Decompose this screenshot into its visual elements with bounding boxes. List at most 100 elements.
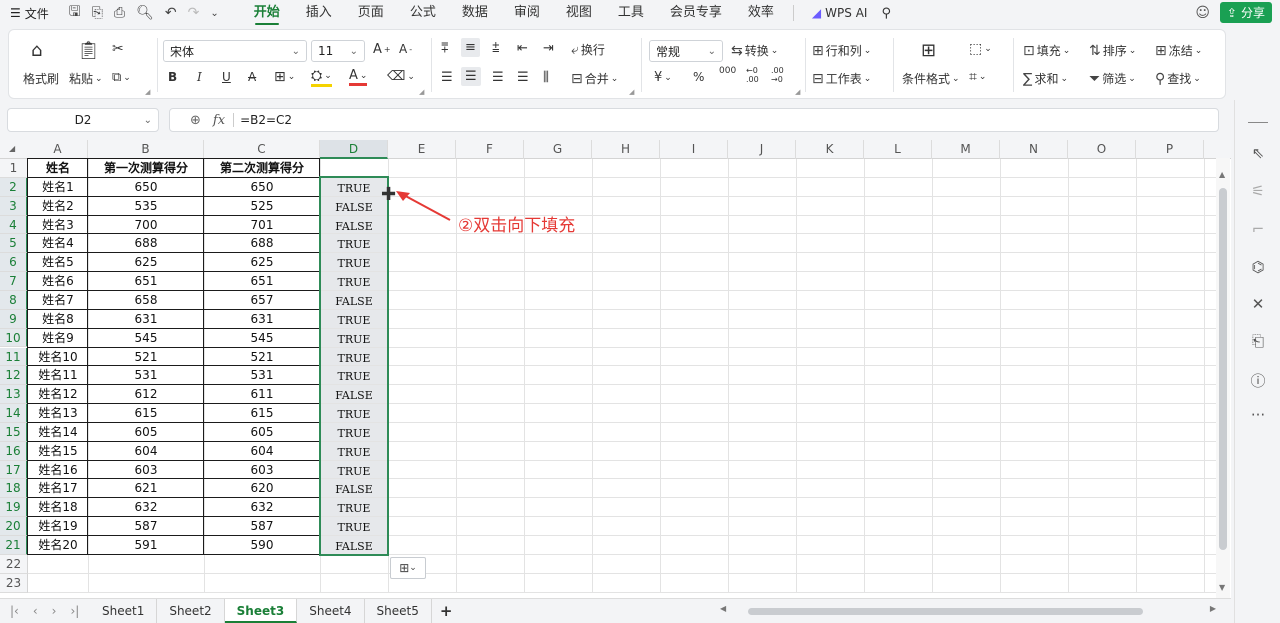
data-cell[interactable]: 531 [204, 366, 320, 385]
decrease-decimal-button[interactable]: .00 →0 [771, 66, 787, 84]
data-cell[interactable]: 姓名15 [28, 442, 88, 461]
tab-member[interactable]: 会员专享 [657, 0, 735, 26]
result-cell[interactable]: FALSE [320, 199, 388, 218]
auto-fill-options-button[interactable]: ⊞ ⌄ [390, 556, 426, 579]
result-cell[interactable]: TRUE [320, 500, 388, 519]
row-header-7[interactable]: 7 [0, 272, 28, 291]
copy-icon[interactable]: ⧉ ⌄ [112, 70, 131, 85]
data-cell[interactable]: 姓名13 [28, 404, 88, 423]
sum-button[interactable]: ∑ 求和 ⌄ [1023, 70, 1068, 87]
data-cell[interactable]: 603 [204, 461, 320, 480]
align-top-icon[interactable]: ⩱ [441, 41, 449, 56]
header-cell[interactable]: 姓名 [28, 159, 88, 178]
row-header-10[interactable]: 10 [0, 328, 28, 348]
format-painter-icon[interactable]: ⌂ [31, 40, 42, 61]
library-icon[interactable]: ⎗ [1248, 332, 1268, 350]
cell-size-icon[interactable]: ⌗ ⌄ [969, 69, 986, 85]
result-cell[interactable]: TRUE [320, 312, 388, 331]
column-header-o[interactable]: O [1068, 140, 1136, 159]
worksheet-button[interactable]: ⊟ 工作表 ⌄ [812, 70, 871, 87]
column-header-g[interactable]: G [524, 140, 592, 159]
more-icon[interactable]: ··· [1248, 406, 1268, 424]
dialog-launcher-icon[interactable]: ◢ [419, 88, 424, 96]
data-cell[interactable]: 615 [88, 404, 204, 423]
convert-button[interactable]: ⇆ 转换 ⌄ [731, 42, 778, 59]
data-cell[interactable]: 611 [204, 385, 320, 404]
row-header-23[interactable]: 23 [0, 573, 28, 593]
select-pointer-icon[interactable]: ⇖ [1248, 144, 1268, 162]
data-cell[interactable]: 603 [88, 461, 204, 480]
tab-efficiency[interactable]: 效率 [735, 0, 787, 26]
result-cell[interactable]: TRUE [320, 274, 388, 293]
align-middle-icon[interactable]: ≡ [461, 38, 480, 57]
data-cell[interactable]: 615 [204, 404, 320, 423]
data-cell[interactable]: 姓名7 [28, 291, 88, 310]
row-header-20[interactable]: 20 [0, 517, 28, 536]
data-cell[interactable]: 650 [204, 178, 320, 197]
column-header-p[interactable]: P [1136, 140, 1204, 159]
data-cell[interactable]: 姓名17 [28, 479, 88, 498]
zoom-icon[interactable]: ⊕ [190, 113, 201, 128]
formula-input[interactable]: =B2=C2 [240, 113, 292, 127]
result-cell[interactable]: FALSE [320, 293, 388, 312]
data-cell[interactable]: 姓名14 [28, 423, 88, 442]
help-icon[interactable]: ⓘ [1248, 370, 1268, 391]
increase-font-icon[interactable]: A + [373, 42, 391, 57]
horizontal-scrollbar[interactable]: ◀ ▶ [718, 604, 1218, 618]
row-header-19[interactable]: 19 [0, 498, 28, 518]
data-cell[interactable]: 姓名19 [28, 517, 88, 536]
add-sheet-button[interactable]: + [440, 602, 453, 620]
data-cell[interactable]: 姓名20 [28, 536, 88, 555]
adjust-icon[interactable]: ⚟ [1248, 182, 1268, 200]
row-header-8[interactable]: 8 [0, 290, 28, 310]
result-cell[interactable]: TRUE [320, 331, 388, 350]
vertical-scroll-thumb[interactable] [1219, 188, 1227, 550]
data-cell[interactable]: 姓名12 [28, 385, 88, 404]
column-header-c[interactable]: C [204, 140, 320, 159]
result-cell[interactable]: FALSE [320, 218, 388, 237]
find-button[interactable]: ⚲ 查找 ⌄ [1155, 70, 1201, 87]
search-icon[interactable]: ⚲ [881, 6, 891, 21]
column-header-f[interactable]: F [456, 140, 524, 159]
horizontal-scroll-thumb[interactable] [748, 608, 1143, 615]
print-icon[interactable]: ⎙ [114, 5, 125, 21]
data-cell[interactable]: 姓名10 [28, 348, 88, 367]
result-cell[interactable]: FALSE [320, 387, 388, 406]
paste-icon[interactable]: 📋︎ [77, 40, 100, 61]
tab-view[interactable]: 视图 [553, 0, 605, 26]
data-cell[interactable]: 姓名2 [28, 197, 88, 216]
format-painter-button[interactable]: 格式刷 [23, 70, 59, 87]
data-cell[interactable]: 657 [204, 291, 320, 310]
panel-collapse-icon[interactable] [1248, 122, 1268, 123]
scroll-right-icon[interactable]: ▶ [1210, 604, 1216, 613]
file-menu[interactable]: ☰ 文件 [10, 5, 49, 22]
row-header-4[interactable]: 4 [0, 215, 28, 235]
indent-decrease-icon[interactable]: ⇤ [517, 41, 528, 56]
cond-format-button[interactable]: 条件格式 ⌄ [902, 70, 960, 87]
data-cell[interactable]: 587 [88, 517, 204, 536]
scroll-down-icon[interactable]: ▼ [1219, 583, 1225, 592]
font-name-select[interactable]: 宋体 ⌄ [163, 40, 307, 62]
data-cell[interactable]: 姓名18 [28, 498, 88, 517]
data-cell[interactable]: 姓名1 [28, 178, 88, 197]
column-header-a[interactable]: A [28, 140, 88, 159]
last-sheet-icon[interactable]: ›| [70, 604, 79, 618]
row-header-12[interactable]: 12 [0, 366, 28, 386]
data-cell[interactable]: 700 [88, 216, 204, 235]
dialog-launcher-icon[interactable]: ◢ [629, 88, 634, 96]
data-cell[interactable]: 625 [204, 253, 320, 272]
clear-format-icon[interactable]: ⌫ ⌄ [387, 69, 415, 84]
row-header-5[interactable]: 5 [0, 234, 28, 254]
merge-button[interactable]: ⊟ 合并 ⌄ [571, 70, 618, 87]
prev-sheet-icon[interactable]: ‹ [33, 604, 38, 618]
data-cell[interactable]: 688 [88, 234, 204, 253]
align-center-icon[interactable]: ☰ [461, 67, 481, 86]
underline-button[interactable]: U [222, 70, 231, 84]
font-size-select[interactable]: 11 ⌄ [311, 40, 365, 62]
data-cell[interactable]: 605 [88, 423, 204, 442]
print-preview-icon[interactable]: 🔍︎ [136, 5, 154, 21]
paste-button[interactable]: 粘贴 ⌄ [69, 70, 103, 87]
data-cell[interactable]: 621 [88, 479, 204, 498]
tab-home[interactable]: 开始 [241, 0, 293, 26]
data-cell[interactable]: 姓名4 [28, 234, 88, 253]
